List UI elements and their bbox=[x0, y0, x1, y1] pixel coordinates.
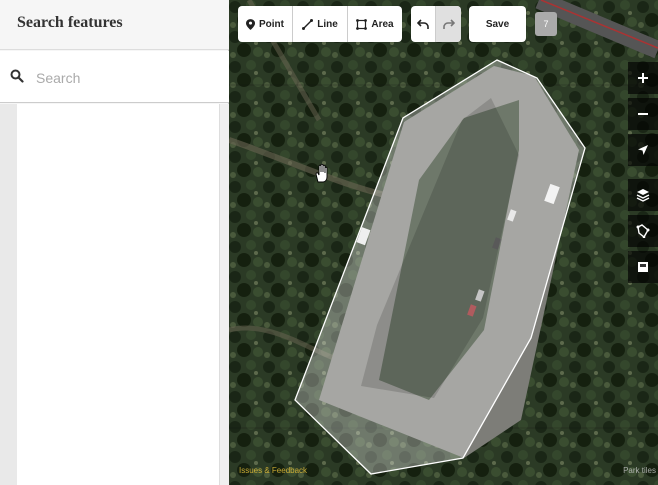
sidebar: Search features bbox=[0, 0, 229, 485]
minus-icon bbox=[638, 113, 648, 115]
area-label: Area bbox=[371, 18, 394, 30]
search-bar bbox=[0, 51, 229, 103]
search-icon bbox=[10, 69, 26, 85]
sidebar-title: Search features bbox=[17, 14, 123, 31]
edit-count-badge: 7 bbox=[535, 12, 557, 36]
add-line-button[interactable]: Line bbox=[293, 6, 348, 42]
save-label: Save bbox=[485, 18, 510, 30]
zoom-out-button[interactable] bbox=[628, 98, 658, 130]
zoom-in-button[interactable] bbox=[628, 62, 658, 94]
hand-cursor-icon bbox=[315, 164, 328, 183]
redo-button[interactable] bbox=[436, 6, 461, 42]
map-data-button[interactable] bbox=[628, 215, 658, 247]
save-toolbar: Save bbox=[469, 6, 526, 42]
undo-button[interactable] bbox=[411, 6, 436, 42]
map-data-icon bbox=[636, 224, 650, 238]
issues-icon bbox=[638, 262, 648, 272]
point-label: Point bbox=[259, 18, 284, 30]
location-arrow-icon bbox=[638, 145, 648, 155]
undo-icon bbox=[417, 19, 429, 29]
map-view[interactable]: Issues & Feedback Park tiles bbox=[229, 0, 658, 485]
background-layers-button[interactable] bbox=[628, 179, 658, 211]
imagery-credit: Park tiles bbox=[623, 466, 656, 475]
line-label: Line bbox=[317, 18, 338, 30]
redo-icon bbox=[442, 19, 455, 29]
add-area-button[interactable]: Area bbox=[348, 6, 402, 42]
issues-button[interactable] bbox=[628, 251, 658, 283]
save-button[interactable]: Save bbox=[469, 6, 526, 42]
feedback-link[interactable]: Issues & Feedback bbox=[239, 466, 307, 475]
line-icon bbox=[302, 18, 314, 30]
geolocate-button[interactable] bbox=[628, 134, 658, 166]
history-toolbar bbox=[411, 6, 461, 42]
sidebar-gutter bbox=[0, 104, 17, 485]
sidebar-resizer[interactable] bbox=[219, 104, 229, 485]
area-icon bbox=[356, 18, 368, 30]
sidebar-header: Search features bbox=[0, 0, 229, 50]
layers-icon bbox=[636, 189, 650, 202]
add-feature-toolbar: Point Line Area bbox=[238, 6, 402, 42]
pin-icon bbox=[246, 18, 255, 30]
search-input[interactable] bbox=[34, 63, 218, 93]
plus-icon bbox=[638, 73, 648, 83]
add-point-button[interactable]: Point bbox=[238, 6, 293, 42]
sidebar-results bbox=[0, 104, 229, 485]
satellite-imagery bbox=[229, 0, 658, 485]
